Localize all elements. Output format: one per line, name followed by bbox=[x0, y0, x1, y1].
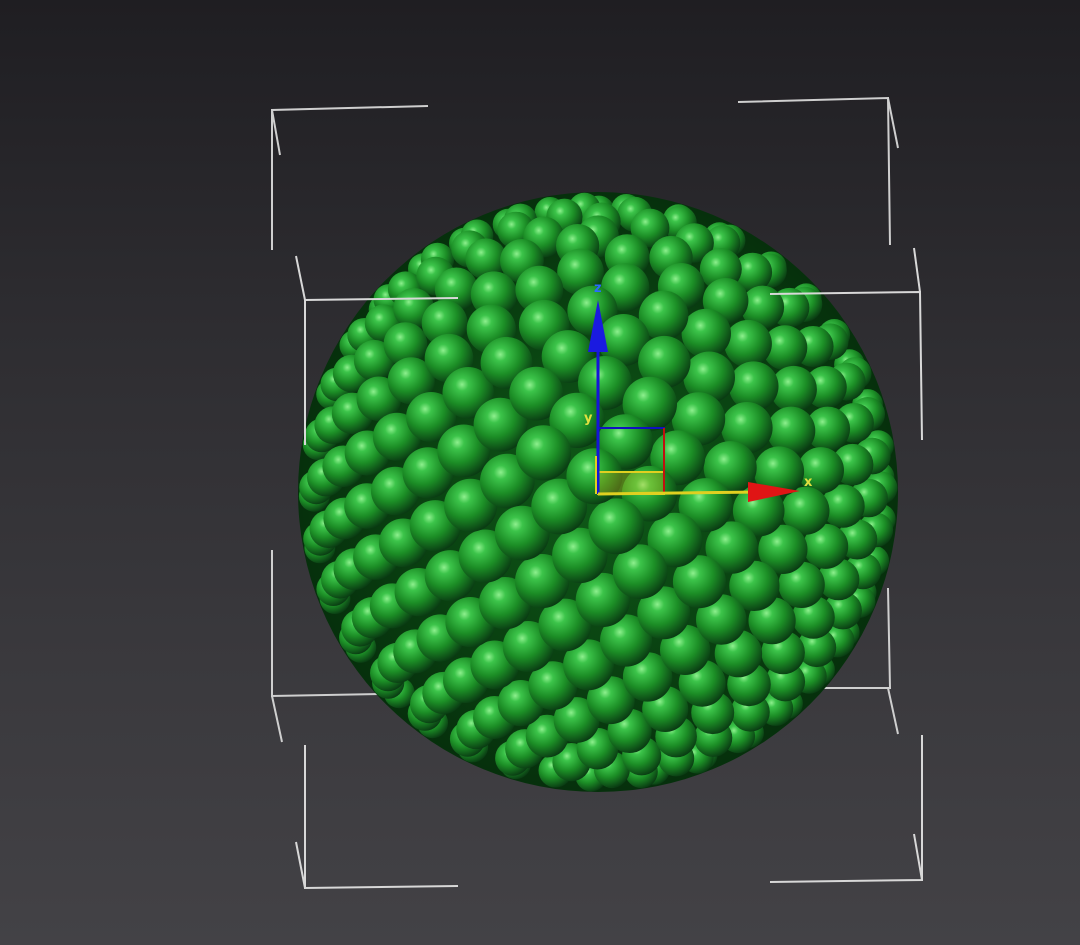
sphere-ball bbox=[724, 319, 772, 368]
gizmo-x-label: x bbox=[804, 475, 813, 490]
sphere-ball bbox=[681, 308, 731, 359]
gizmo-z-label: z bbox=[594, 281, 602, 296]
sphere-ball bbox=[515, 425, 572, 481]
gizmo-x-axis[interactable] bbox=[597, 490, 761, 496]
scene-canvas[interactable]: z x y bbox=[0, 0, 1080, 945]
gizmo-y-label: y bbox=[584, 411, 593, 426]
gizmo-xy-plane[interactable] bbox=[597, 471, 665, 495]
3d-viewport[interactable]: z x y bbox=[0, 0, 1080, 945]
sphere-ball bbox=[588, 498, 645, 555]
